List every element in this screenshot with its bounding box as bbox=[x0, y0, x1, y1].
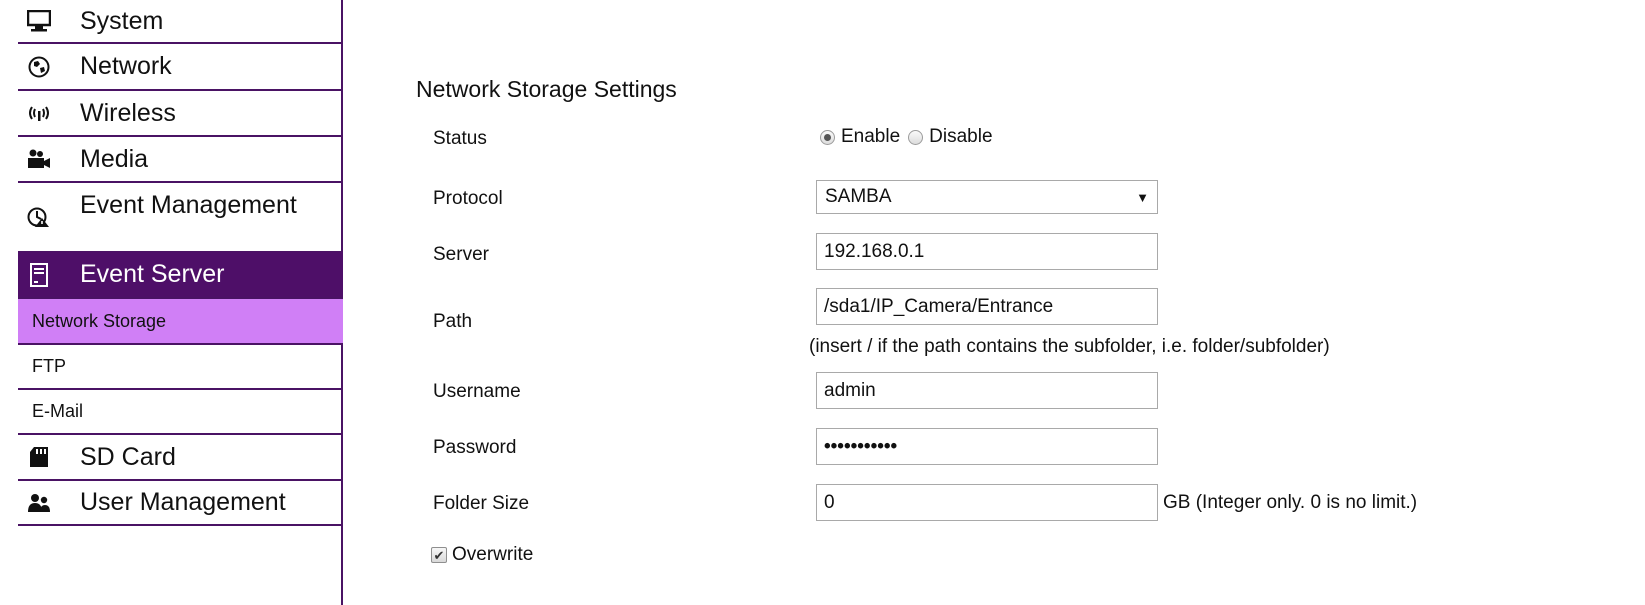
overwrite-label[interactable]: Overwrite bbox=[452, 544, 533, 566]
enable-radio-label[interactable]: Enable bbox=[841, 126, 900, 148]
sidebar-subitem-ftp[interactable]: FTP bbox=[18, 345, 343, 390]
sidebar-subitem-label: Network Storage bbox=[32, 310, 167, 331]
path-label: Path bbox=[433, 311, 473, 332]
sidebar-item-label: User Management bbox=[80, 488, 286, 516]
sidebar: System Network Wireless Media Event Mana… bbox=[0, 0, 343, 605]
folder-size-hint: GB (Integer only. 0 is no limit.) bbox=[1163, 492, 1418, 513]
users-icon bbox=[26, 490, 52, 516]
sidebar-item-event-management[interactable]: Event Management bbox=[18, 183, 343, 253]
main-content: Network Storage Settings Status Enable D… bbox=[345, 0, 1645, 605]
password-input[interactable] bbox=[816, 428, 1158, 465]
sidebar-item-network[interactable]: Network bbox=[18, 44, 343, 91]
wireless-icon bbox=[26, 100, 52, 126]
sidebar-item-event-server[interactable]: Event Server bbox=[18, 252, 343, 299]
sidebar-item-media[interactable]: Media bbox=[18, 137, 343, 183]
overwrite-checkbox[interactable]: ✔ bbox=[431, 547, 447, 563]
protocol-selected-value: SAMBA bbox=[825, 186, 892, 207]
sidebar-item-sd-card[interactable]: SD Card bbox=[18, 435, 343, 481]
protocol-label: Protocol bbox=[433, 188, 503, 209]
sidebar-subitem-network-storage[interactable]: Network Storage bbox=[18, 299, 343, 345]
sidebar-subitem-email[interactable]: E-Mail bbox=[18, 390, 343, 435]
folder-size-label: Folder Size bbox=[433, 493, 530, 514]
sidebar-item-system[interactable]: System bbox=[18, 0, 343, 44]
dropdown-arrow-icon: ▼ bbox=[1136, 189, 1149, 205]
server-input[interactable] bbox=[816, 233, 1158, 270]
username-label: Username bbox=[433, 381, 521, 402]
monitor-icon bbox=[26, 8, 52, 34]
sidebar-item-label: System bbox=[80, 6, 164, 35]
server-icon bbox=[26, 262, 52, 288]
sidebar-item-wireless[interactable]: Wireless bbox=[18, 91, 343, 137]
server-label: Server bbox=[433, 244, 489, 265]
sd-card-icon bbox=[26, 444, 52, 470]
folder-size-input[interactable] bbox=[816, 484, 1158, 521]
camera-icon bbox=[26, 146, 52, 172]
sidebar-subitem-label: E-Mail bbox=[32, 401, 84, 421]
sidebar-subitem-label: FTP bbox=[32, 356, 66, 376]
disable-radio[interactable] bbox=[908, 129, 924, 145]
sidebar-item-label: Media bbox=[80, 144, 149, 173]
disable-radio-label[interactable]: Disable bbox=[929, 126, 992, 148]
sidebar-item-label: Wireless bbox=[80, 98, 176, 127]
overwrite-option: ✔ Overwrite bbox=[431, 544, 533, 566]
sidebar-item-label: Event Server bbox=[80, 260, 225, 288]
sidebar-item-user-management[interactable]: User Management bbox=[18, 481, 343, 526]
username-input[interactable] bbox=[816, 372, 1158, 409]
globe-icon bbox=[26, 54, 52, 80]
status-radio-group: Enable Disable bbox=[820, 126, 1001, 148]
enable-radio[interactable] bbox=[820, 129, 835, 145]
sidebar-item-label: Network bbox=[80, 52, 172, 80]
event-management-icon bbox=[26, 204, 52, 230]
protocol-select[interactable]: SAMBA ▼ bbox=[816, 180, 1158, 214]
path-hint: (insert / if the path contains the subfo… bbox=[809, 336, 1330, 357]
page-title: Network Storage Settings bbox=[416, 76, 677, 102]
sidebar-item-label: SD Card bbox=[80, 442, 176, 471]
path-input[interactable] bbox=[816, 288, 1158, 325]
password-label: Password bbox=[433, 437, 517, 458]
status-label: Status bbox=[433, 128, 487, 149]
sidebar-item-label: Event Management bbox=[80, 190, 297, 219]
